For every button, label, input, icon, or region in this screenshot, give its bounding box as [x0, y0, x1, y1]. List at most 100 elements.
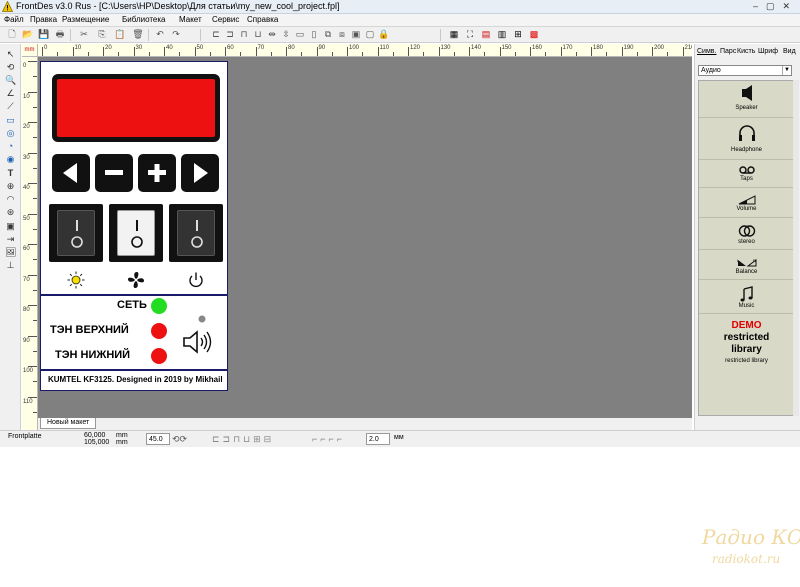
new-file-icon[interactable]: 🗋	[6, 29, 18, 40]
group-icon[interactable]: ⧉	[322, 29, 334, 40]
library-scrollbar[interactable]	[793, 80, 799, 416]
send-back-icon[interactable]: ▢	[364, 29, 376, 40]
rectangle-tool-icon[interactable]: ▭	[5, 115, 16, 126]
measure-tool-icon[interactable]: ⊥	[5, 260, 16, 271]
rocker-switch-fan[interactable]	[109, 204, 163, 262]
ruler-label: 210	[684, 45, 693, 51]
design-canvas[interactable]: СЕТЬ ТЭН ВЕРХНИЙ ТЭН НИЖНИЙ KUMTEL KF312…	[38, 57, 692, 418]
scale-tool-icon[interactable]: ◠	[5, 194, 16, 205]
window-controls[interactable]: –▢✕	[753, 1, 798, 12]
library-item[interactable]: Volume	[699, 188, 794, 218]
plus-button[interactable]	[138, 154, 176, 192]
text-tool-icon[interactable]: T	[5, 168, 16, 179]
rocker-switch-light[interactable]	[49, 204, 103, 262]
menu-bar: Файл Правка Размещение Библиотека Макет …	[0, 14, 800, 27]
undo-icon[interactable]: ↶	[154, 29, 166, 40]
ungroup-icon[interactable]: ⧈	[336, 29, 348, 40]
ruler-tick	[28, 61, 37, 62]
rocker-switch-power[interactable]	[169, 204, 223, 262]
colors-icon[interactable]: ▩	[528, 29, 540, 40]
polyline-tool-icon[interactable]: ⟋	[5, 101, 16, 112]
grid-size-input[interactable]: 2.0	[366, 433, 390, 445]
menu-layout[interactable]: Макет	[179, 15, 202, 24]
right-arrow-button[interactable]	[181, 154, 219, 192]
redo-icon[interactable]: ↷	[170, 29, 182, 40]
light-bulb-icon	[67, 271, 85, 289]
library-item[interactable]: stereo	[699, 218, 794, 250]
tab-symbols[interactable]: Симв.	[697, 48, 716, 55]
rotation-angle-input[interactable]: 45.0	[146, 433, 170, 445]
image-tool-icon[interactable]: 🖼	[5, 247, 16, 258]
cut-icon[interactable]: ✂	[78, 29, 90, 40]
library-item[interactable]: Music	[699, 280, 794, 314]
menu-service[interactable]: Сервис	[212, 15, 239, 24]
align-top-icon[interactable]: ⊓	[238, 29, 250, 40]
mirror-align-icons[interactable]: ⊏⊐⊓⊔⊞⊟	[212, 434, 274, 445]
distribute-h-icon[interactable]: ⇹	[266, 29, 278, 40]
display-frame[interactable]	[52, 74, 220, 142]
paste-icon[interactable]: 📋	[114, 29, 126, 40]
radiokot-watermark: Радио КОТ radiokot.ru	[702, 525, 800, 571]
export-icon[interactable]: ▤	[480, 29, 492, 40]
same-height-icon[interactable]: ▯	[308, 29, 320, 40]
dimension-tool-icon[interactable]: ⇥	[5, 234, 16, 245]
music-note-icon	[740, 286, 753, 302]
cutout-tool-icon[interactable]: ▣	[5, 221, 16, 232]
line-style-icons[interactable]: ⌐⌐⌐⌐	[312, 434, 345, 444]
arc-tool-icon[interactable]: ◔	[5, 141, 16, 152]
rotate-ccw-icon[interactable]: ⟲⟳	[172, 434, 187, 445]
ruler-tick	[28, 122, 37, 123]
same-width-icon[interactable]: ▭	[294, 29, 306, 40]
lock-icon[interactable]: 🔒	[378, 29, 390, 40]
copy-icon[interactable]: ⎘	[96, 29, 108, 40]
calc-icon[interactable]: ⊞	[512, 29, 524, 40]
arrow-left-icon	[63, 163, 77, 183]
circle-tool-icon[interactable]: ◉	[5, 154, 16, 165]
tab-params[interactable]: Парс	[720, 48, 736, 55]
grid-icon[interactable]: ▦	[448, 29, 460, 40]
zoom-fit-icon[interactable]: ⛶	[464, 29, 476, 40]
open-file-icon[interactable]: 📂	[22, 29, 34, 40]
zoom-tool-icon[interactable]: 🔍	[5, 75, 16, 86]
line-tool-icon[interactable]: ∠	[5, 88, 16, 99]
left-arrow-button[interactable]	[52, 154, 90, 192]
menu-help[interactable]: Справка	[247, 15, 278, 24]
library-item[interactable]: Headphone	[699, 118, 794, 160]
library-item[interactable]: LR Balance	[699, 250, 794, 280]
save-icon[interactable]: 💾	[38, 29, 50, 40]
grid-size-unit: мм	[394, 434, 404, 441]
ruler-tick	[28, 274, 37, 276]
align-bottom-icon[interactable]: ⊔	[252, 29, 264, 40]
tab-new-layout[interactable]: Новый макет	[40, 418, 97, 429]
ruler-tick	[347, 47, 348, 56]
align-center-icon[interactable]: ⊐	[224, 29, 236, 40]
preview-icon[interactable]: ▥	[496, 29, 508, 40]
bring-front-icon[interactable]: ▣	[350, 29, 362, 40]
tab-font[interactable]: Шриф	[758, 48, 778, 55]
menu-placement[interactable]: Размещение	[62, 15, 109, 24]
menu-library[interactable]: Библиотека	[122, 15, 166, 24]
menu-file[interactable]: Файл	[4, 15, 24, 24]
ruler-vertical: 0 10 20 30 40 50 60 70 80 90 100 110	[22, 57, 38, 430]
delete-icon[interactable]: 🗑	[132, 29, 144, 40]
ellipse-tool-icon[interactable]: ◎	[5, 128, 16, 139]
tab-view[interactable]: Вид	[783, 48, 796, 55]
rotate-tool-icon[interactable]: ⟲	[5, 62, 16, 73]
symbol-tool-icon[interactable]: ⊕	[5, 181, 16, 192]
drill-tool-icon[interactable]: ⊛	[5, 207, 16, 218]
print-icon[interactable]: 🖶	[54, 29, 66, 40]
tab-brush[interactable]: Кисть	[737, 48, 755, 55]
chevron-down-icon[interactable]: ▼	[782, 66, 791, 75]
library-item[interactable]: Speaker	[699, 81, 794, 118]
library-demo-item[interactable]: DEMO restricted library restricted libra…	[699, 314, 794, 372]
library-item[interactable]: Taps	[699, 160, 794, 188]
library-item-label: Volume	[736, 206, 757, 212]
front-panel[interactable]: СЕТЬ ТЭН ВЕРХНИЙ ТЭН НИЖНИЙ KUMTEL KF312…	[40, 61, 228, 391]
library-category-select[interactable]: Аудио ▼	[698, 65, 792, 76]
distribute-v-icon[interactable]: ⇳	[280, 29, 292, 40]
align-left-icon[interactable]: ⊏	[210, 29, 222, 40]
menu-edit[interactable]: Правка	[30, 15, 57, 24]
ruler-label: 50	[23, 215, 30, 222]
minus-button[interactable]	[95, 154, 133, 192]
select-tool-icon[interactable]: ↖	[5, 49, 16, 60]
